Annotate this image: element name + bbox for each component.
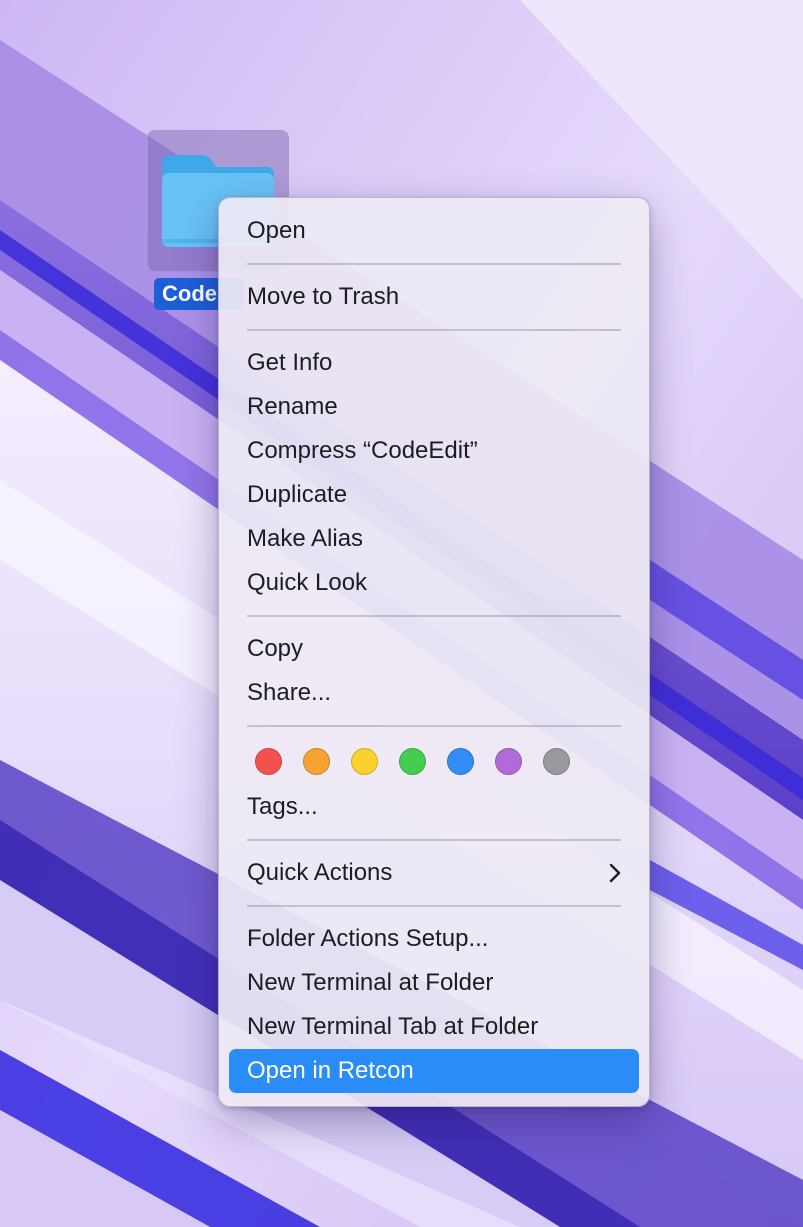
menu-item-new-terminal-at-folder[interactable]: New Terminal at Folder [229, 961, 639, 1005]
menu-item-quick-actions[interactable]: Quick Actions [229, 851, 639, 895]
menu-item-copy[interactable]: Copy [229, 627, 639, 671]
tag-yellow-dot[interactable] [351, 747, 378, 775]
menu-item-quick-actions-label: Quick Actions [247, 859, 393, 886]
menu-item-get-info[interactable]: Get Info [229, 341, 639, 385]
tag-purple-dot[interactable] [495, 747, 522, 775]
menu-item-move-to-trash[interactable]: Move to Trash [229, 275, 639, 319]
menu-item-duplicate[interactable]: Duplicate [229, 473, 639, 517]
context-menu: Open Move to Trash Get Info Rename Compr… [218, 197, 650, 1107]
menu-item-new-terminal-tab-at-folder[interactable]: New Terminal Tab at Folder [229, 1005, 639, 1049]
menu-item-tags[interactable]: Tags... [229, 785, 639, 829]
menu-item-folder-actions-setup[interactable]: Folder Actions Setup... [229, 917, 639, 961]
tag-orange-dot[interactable] [303, 747, 330, 775]
menu-item-share[interactable]: Share... [229, 671, 639, 715]
tag-red-dot[interactable] [255, 747, 282, 775]
menu-item-quick-look[interactable]: Quick Look [229, 561, 639, 605]
tag-gray-dot[interactable] [543, 747, 570, 775]
menu-item-compress[interactable]: Compress “CodeEdit” [229, 429, 639, 473]
menu-separator [247, 839, 621, 841]
menu-separator [247, 263, 621, 265]
menu-item-open[interactable]: Open [229, 209, 639, 253]
menu-separator [247, 725, 621, 727]
tag-color-row [229, 737, 639, 785]
tag-green-dot[interactable] [399, 747, 426, 775]
menu-separator [247, 905, 621, 907]
menu-item-make-alias[interactable]: Make Alias [229, 517, 639, 561]
menu-item-rename[interactable]: Rename [229, 385, 639, 429]
tag-blue-dot[interactable] [447, 747, 474, 775]
menu-item-open-in-retcon[interactable]: Open in Retcon [229, 1049, 639, 1093]
chevron-right-icon [609, 863, 621, 883]
menu-separator [247, 615, 621, 617]
menu-separator [247, 329, 621, 331]
